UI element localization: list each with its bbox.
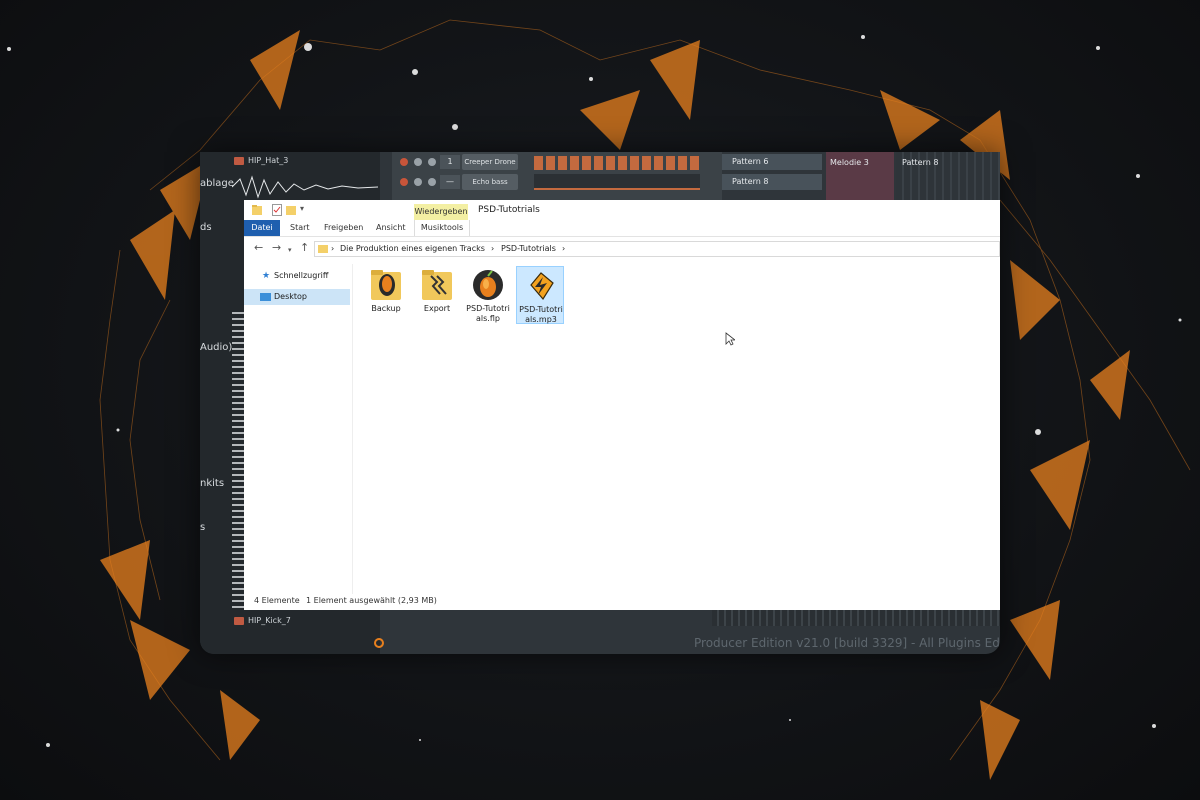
pattern-item[interactable]: Pattern 6 <box>722 154 822 170</box>
address-bar[interactable]: › Die Produktion eines eigenen Tracks › … <box>314 241 1000 257</box>
file-list: Backup Export PSD-Tutotri als.flp PSD-Tu… <box>354 264 1000 594</box>
nav-item-label: Schnellzugriff <box>274 271 329 280</box>
file-item-label: PSD-Tutotri als.mp3 <box>519 305 563 324</box>
play-icon[interactable] <box>234 157 244 165</box>
side-label-3: Audio) <box>200 342 233 353</box>
winamp-icon <box>530 272 554 301</box>
folder-icon <box>371 270 401 300</box>
mute-led-icon[interactable] <box>400 178 408 186</box>
star-icon: ★ <box>262 271 271 281</box>
clip-label: Melodie 3 <box>830 158 869 167</box>
status-bar: 4 Elemente 1 Element ausgewählt (2,93 MB… <box>244 596 1000 610</box>
breadcrumb-item[interactable]: Die Produktion eines eigenen Tracks <box>340 244 485 253</box>
folder-icon[interactable] <box>252 204 262 216</box>
window-title: PSD-Tutotrials <box>478 205 540 215</box>
status-selection: 1 Element ausgewählt (2,93 MB) <box>306 596 437 605</box>
pattern-item[interactable]: Pattern 8 <box>722 174 822 190</box>
file-item-label: Backup <box>371 304 401 313</box>
knob-icon[interactable] <box>414 178 422 186</box>
tab-view[interactable]: Ansicht <box>376 220 406 236</box>
playlist-grid[interactable]: Pattern 8 <box>896 152 1000 200</box>
clip-label: Pattern 8 <box>902 158 939 167</box>
tab-music-tools[interactable]: Musiktools <box>414 220 470 236</box>
folder-icon <box>318 245 328 253</box>
folder-icon <box>422 270 452 300</box>
tab-file[interactable]: Datei <box>244 220 280 236</box>
ribbon-tabs: Datei Start Freigeben Ansicht Musiktools <box>244 220 1000 237</box>
breadcrumb-separator-icon[interactable]: › <box>331 244 334 253</box>
knob-icon[interactable] <box>428 178 436 186</box>
side-label-2: ds <box>200 222 212 233</box>
breadcrumb-item-current[interactable]: PSD-Tutotrials <box>501 244 556 253</box>
title-bar: ▾ Wiedergeben PSD-Tutotrials <box>244 200 1000 220</box>
side-label-4: nkits <box>200 478 225 489</box>
file-item-export[interactable]: Export <box>413 266 461 324</box>
knob-icon[interactable] <box>428 158 436 166</box>
file-item-label: PSD-Tutotri als.flp <box>466 304 510 323</box>
file-item-flp[interactable]: PSD-Tutotri als.flp <box>464 266 512 324</box>
breadcrumb-separator-icon[interactable]: › <box>491 244 494 253</box>
side-label-1: ablage <box>200 178 234 189</box>
mixer-strip <box>712 610 1000 626</box>
tab-start[interactable]: Start <box>290 220 310 236</box>
play-icon[interactable] <box>234 617 244 625</box>
up-arrow-icon[interactable]: ↑ <box>300 242 309 254</box>
channel-step[interactable]: — <box>440 175 460 189</box>
nav-item-desktop[interactable]: Desktop <box>244 289 350 305</box>
tab-share[interactable]: Freigeben <box>324 220 363 236</box>
customize-quick-access-icon[interactable]: ▾ <box>300 204 304 213</box>
fl-status-line: Producer Edition v21.0 [build 3329] - Al… <box>694 636 1000 650</box>
status-item-count: 4 Elemente <box>254 596 300 605</box>
channel-name[interactable]: Echo bass <box>462 174 518 190</box>
mouse-cursor-icon <box>725 332 735 346</box>
file-item-label: Export <box>423 304 451 313</box>
nav-item-label: Desktop <box>274 292 307 301</box>
browser-item-top[interactable]: HIP_Hat_3 <box>248 154 288 168</box>
channel-name[interactable]: Creeper Drone <box>462 154 518 170</box>
breadcrumb-separator-icon[interactable]: › <box>562 244 565 253</box>
pianoroll-preview <box>534 174 700 190</box>
desktop-icon <box>260 293 271 301</box>
explorer-window: ▾ Wiedergeben PSD-Tutotrials Datei Start… <box>244 200 1000 610</box>
channel-step[interactable]: 1 <box>440 155 460 169</box>
navigation-pane: ★ Schnellzugriff Desktop <box>244 264 353 594</box>
recent-locations-icon[interactable]: ▾ <box>288 244 292 256</box>
context-tab-play[interactable]: Wiedergeben <box>414 204 468 220</box>
mute-led-icon[interactable] <box>400 158 408 166</box>
fl-studio-icon <box>473 270 503 300</box>
nav-item-quick-access[interactable]: ★ Schnellzugriff <box>244 268 350 284</box>
playlist-clip[interactable]: Melodie 3 <box>826 152 894 204</box>
step-sequencer[interactable] <box>534 156 700 170</box>
file-item-mp3[interactable]: PSD-Tutotri als.mp3 <box>516 266 564 324</box>
waveform-list <box>232 312 244 612</box>
navigation-bar: ← → ▾ ↑ › Die Produktion eines eigenen T… <box>244 238 1000 260</box>
back-arrow-icon[interactable]: ← <box>254 242 263 254</box>
search-icon[interactable] <box>374 638 384 648</box>
new-folder-icon[interactable] <box>286 204 296 216</box>
properties-icon[interactable] <box>272 204 282 216</box>
knob-icon[interactable] <box>414 158 422 166</box>
browser-item-bottom[interactable]: HIP_Kick_7 <box>248 614 291 628</box>
side-label-5: s <box>200 522 206 533</box>
forward-arrow-icon[interactable]: → <box>272 242 281 254</box>
file-item-backup[interactable]: Backup <box>362 266 410 324</box>
waveform-icon <box>232 175 378 199</box>
